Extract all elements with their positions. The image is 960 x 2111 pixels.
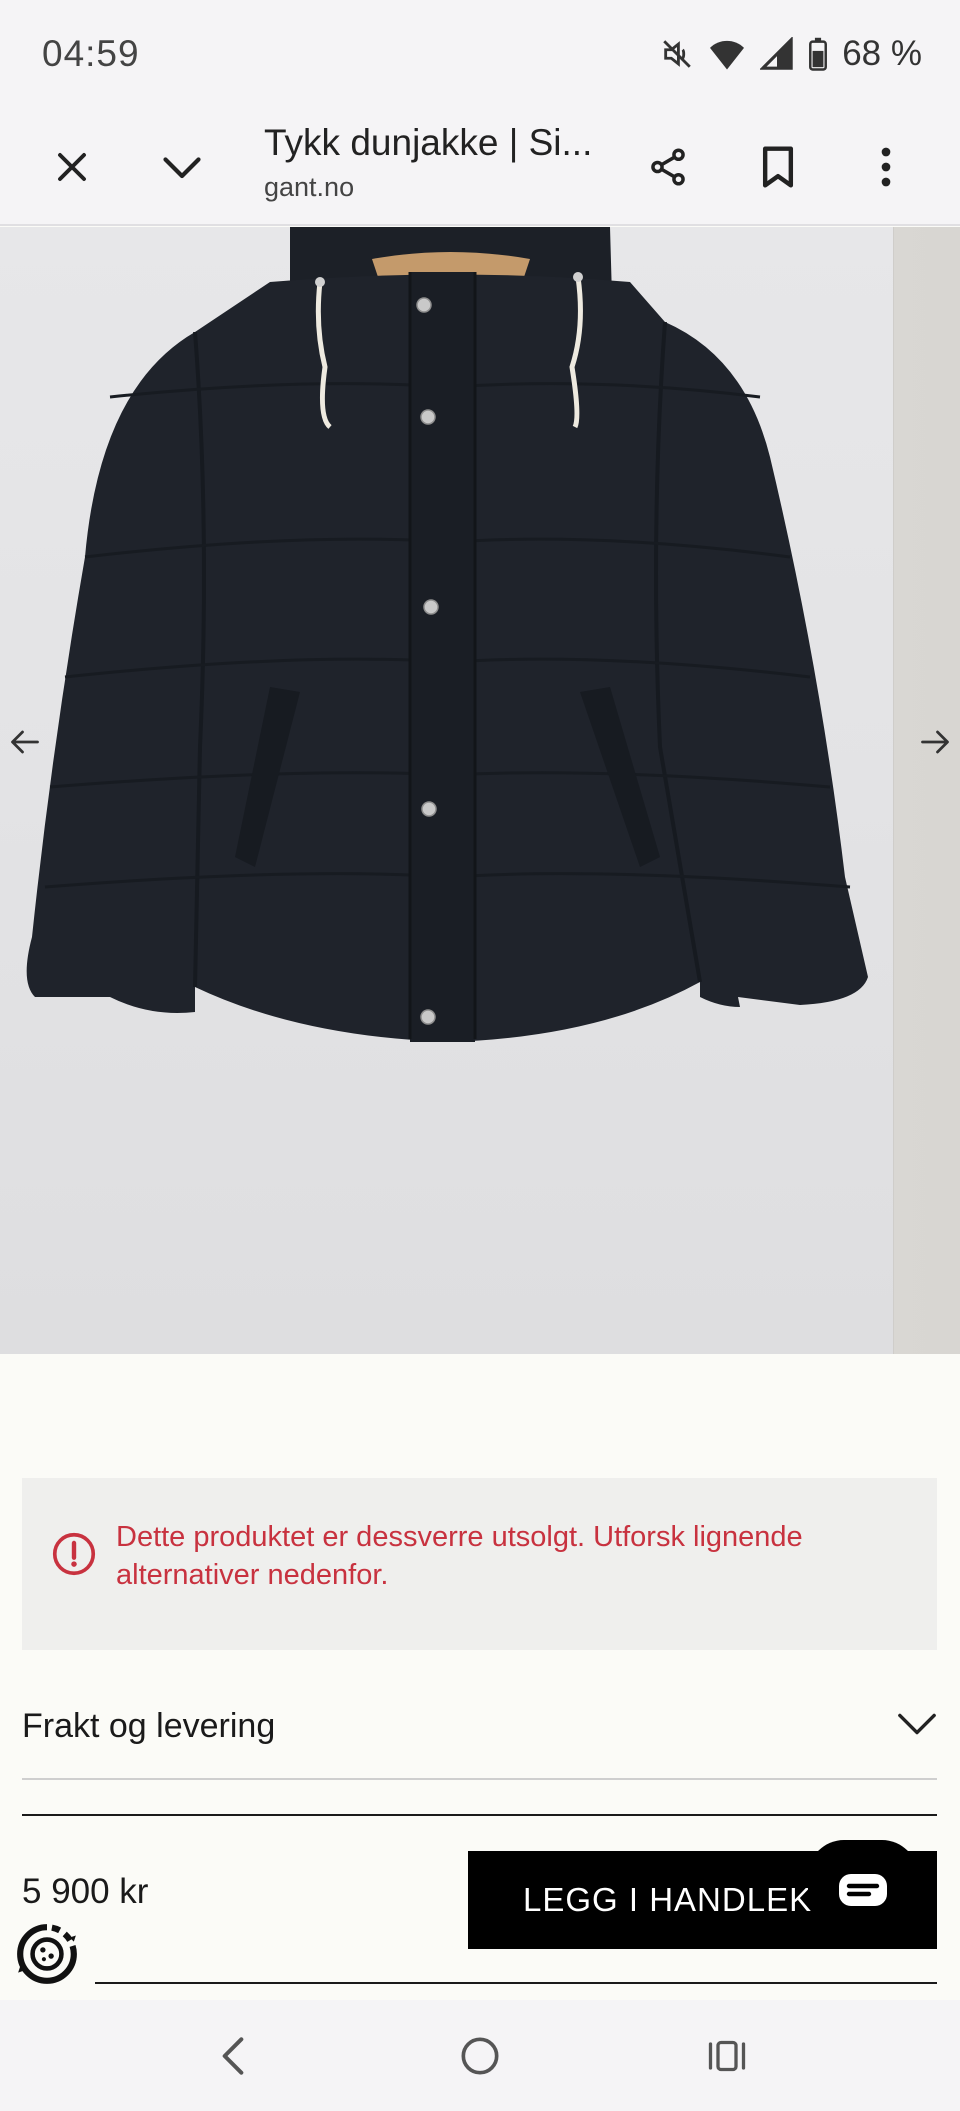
divider (95, 1982, 937, 1984)
status-icons: 68 % (660, 34, 922, 74)
status-time: 04:59 (42, 33, 140, 74)
sold-out-notice: Dette produktet er dessverre utsolgt. Ut… (22, 1478, 937, 1650)
arrow-right-icon[interactable] (910, 717, 960, 767)
mute-icon (660, 37, 694, 71)
close-icon[interactable] (32, 127, 112, 207)
system-nav-bar (0, 2000, 960, 2111)
chevron-down-icon[interactable] (142, 127, 222, 207)
battery-percent: 68 % (842, 34, 922, 73)
more-icon[interactable] (846, 127, 926, 207)
page-url: gant.no (264, 172, 355, 202)
sold-out-message: Dette produktet er dessverre utsolgt. Ut… (116, 1521, 803, 1591)
product-image (26, 227, 868, 1042)
status-bar: 04:59 68 % (0, 0, 960, 108)
product-price: 5 900 kr (22, 1872, 149, 1911)
wifi-icon (708, 37, 746, 71)
chevron-down-icon (897, 1711, 937, 1742)
shipping-accordion[interactable]: Frakt og levering (22, 1675, 937, 1780)
chat-icon[interactable] (808, 1840, 918, 1944)
shipping-label: Frakt og levering (22, 1707, 276, 1745)
product-gallery[interactable] (0, 227, 960, 1354)
alert-icon (52, 1532, 96, 1581)
cookie-settings-icon[interactable] (14, 1921, 80, 1987)
page-title-block[interactable]: Tykk dunjakke | Si... gant.no (264, 122, 594, 203)
recents-icon[interactable] (687, 2016, 767, 2096)
next-slide-preview (893, 227, 960, 1354)
battery-icon (808, 37, 828, 71)
back-icon[interactable] (193, 2016, 273, 2096)
sticky-buy-bar: 5 900 kr LEGG I HANDLEKURV (0, 1816, 960, 1986)
bookmark-icon[interactable] (738, 127, 818, 207)
home-icon[interactable] (440, 2016, 520, 2096)
share-icon[interactable] (628, 127, 708, 207)
page-title: Tykk dunjakke | Si... (264, 122, 593, 163)
browser-toolbar: Tykk dunjakke | Si... gant.no (0, 108, 960, 226)
arrow-left-icon[interactable] (0, 717, 50, 767)
signal-icon (760, 37, 794, 71)
